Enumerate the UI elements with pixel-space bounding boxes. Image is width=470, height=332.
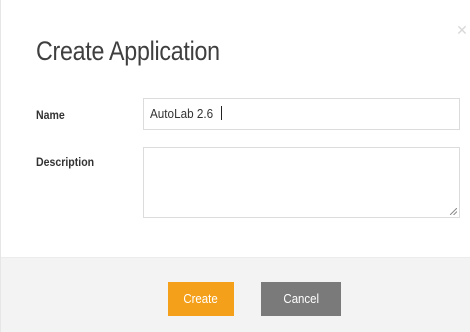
- resize-handle-icon[interactable]: [450, 208, 457, 215]
- dialog-footer: Create Cancel: [1, 257, 470, 332]
- text-caret: [221, 106, 223, 120]
- create-button-label: Create: [183, 291, 219, 306]
- dialog-title: Create Application: [36, 36, 220, 66]
- description-textarea[interactable]: [143, 147, 460, 218]
- cancel-button[interactable]: Cancel: [261, 282, 341, 316]
- name-label: Name: [36, 108, 65, 122]
- close-icon[interactable]: ✕: [456, 23, 468, 37]
- cancel-button-label: Cancel: [283, 291, 319, 306]
- name-input-value: AutoLab 2.6: [150, 106, 214, 121]
- name-input[interactable]: AutoLab 2.6: [143, 98, 460, 130]
- create-button[interactable]: Create: [168, 282, 234, 316]
- create-application-dialog: ✕ Create Application Name AutoLab 2.6 De…: [0, 0, 470, 332]
- description-label: Description: [36, 155, 95, 169]
